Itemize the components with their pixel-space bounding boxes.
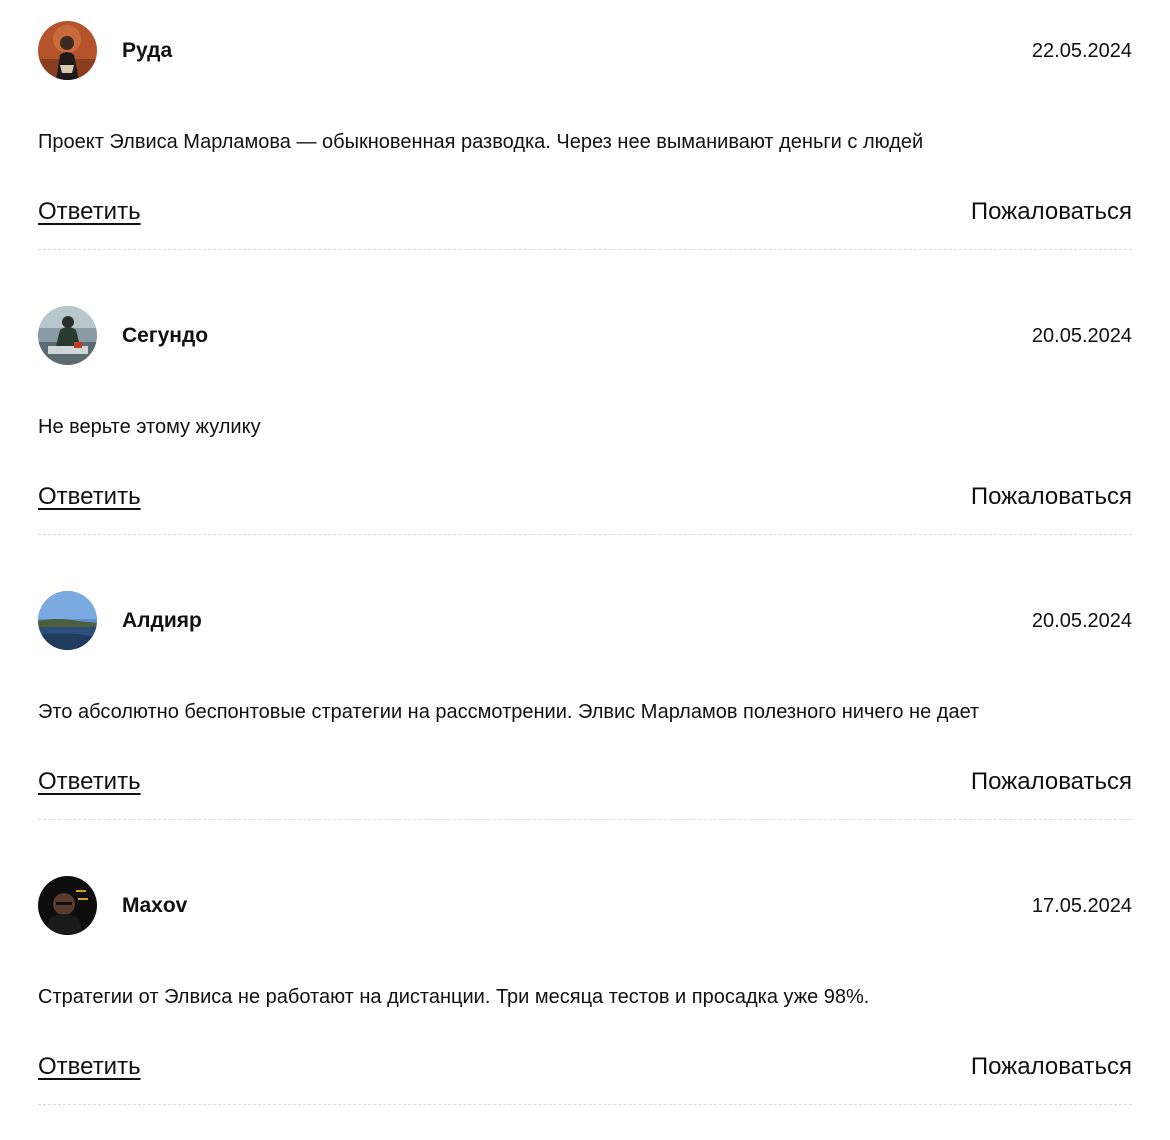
reply-link[interactable]: Ответить <box>38 482 141 512</box>
comments-list: Руда 22.05.2024 Проект Элвиса Марламова … <box>0 0 1170 1110</box>
report-link[interactable]: Пожаловаться <box>971 1052 1132 1082</box>
comment-text: Проект Элвиса Марламова — обыкновенная р… <box>38 131 924 153</box>
avatar[interactable] <box>38 876 97 935</box>
avatar[interactable] <box>38 591 97 650</box>
user-avatar-photo-icon <box>38 876 97 935</box>
reply-link[interactable]: Ответить <box>38 197 141 227</box>
comment-text: Стратегии от Элвиса не работают на диста… <box>38 986 870 1008</box>
divider <box>38 819 1132 820</box>
divider <box>38 534 1132 535</box>
report-link[interactable]: Пожаловаться <box>971 767 1132 797</box>
comment-author: Maxov <box>122 894 188 917</box>
report-link[interactable]: Пожаловаться <box>971 197 1132 227</box>
comment-date: 20.05.2024 <box>1031 610 1132 632</box>
user-avatar-photo-icon <box>38 306 97 365</box>
comment-author: Алдияр <box>122 609 202 632</box>
user-avatar-photo-icon <box>38 591 97 650</box>
comment-text: Не верьте этому жулику <box>38 416 261 438</box>
comment-date: 17.05.2024 <box>1031 895 1132 917</box>
comment-text: Это абсолютно беспонтовые стратегии на р… <box>38 701 980 723</box>
comment-date: 20.05.2024 <box>1031 325 1132 347</box>
comment-item: Сегундо 20.05.2024 Не верьте этому жулик… <box>38 285 1132 570</box>
comment-item: Алдияр 20.05.2024 Это абсолютно беспонто… <box>38 570 1132 855</box>
reply-link[interactable]: Ответить <box>38 767 141 797</box>
user-avatar-photo-icon <box>38 21 97 80</box>
comment-author: Сегундо <box>122 324 209 347</box>
avatar[interactable] <box>38 21 97 80</box>
divider <box>38 1104 1132 1105</box>
comment-item: Руда 22.05.2024 Проект Элвиса Марламова … <box>38 0 1132 285</box>
comment-item: Maxov 17.05.2024 Стратегии от Элвиса не … <box>38 855 1132 1140</box>
avatar[interactable] <box>38 306 97 365</box>
comment-author: Руда <box>122 39 173 62</box>
report-link[interactable]: Пожаловаться <box>971 482 1132 512</box>
comment-date: 22.05.2024 <box>1031 40 1132 62</box>
reply-link[interactable]: Ответить <box>38 1052 141 1082</box>
divider <box>38 249 1132 250</box>
